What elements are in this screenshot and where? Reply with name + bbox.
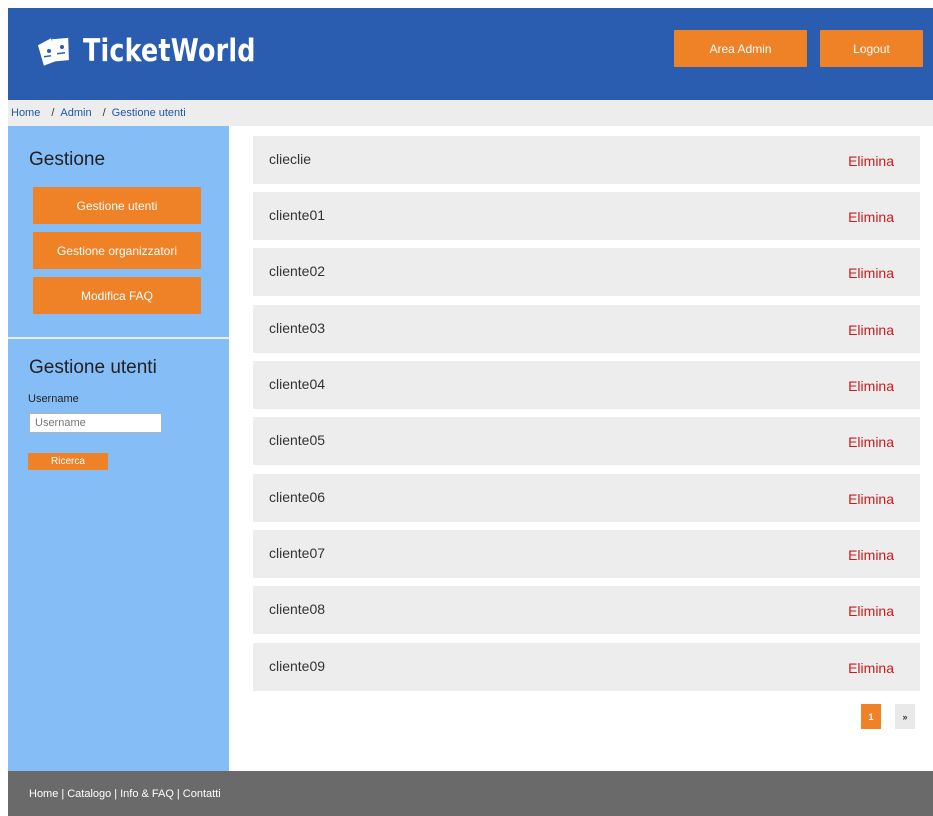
modifica-faq-button[interactable]: Modifica FAQ xyxy=(33,277,201,314)
sidebar: Gestione Gestione utenti Gestione organi… xyxy=(8,126,229,771)
user-name: cliente09 xyxy=(269,658,326,674)
user-row: cliente04 Elimina xyxy=(253,361,920,409)
search-section-title: Gestione utenti xyxy=(29,357,157,378)
user-row: cliente08 Elimina xyxy=(253,586,920,634)
breadcrumb-home[interactable]: Home xyxy=(11,107,40,119)
user-name: cliente01 xyxy=(269,207,326,223)
username-search-input[interactable] xyxy=(29,413,162,433)
pagination-current-page[interactable]: 1 xyxy=(861,704,881,729)
delete-user-button[interactable]: Elimina xyxy=(848,603,894,619)
gestione-utenti-button[interactable]: Gestione utenti xyxy=(33,187,201,224)
user-name: cliente08 xyxy=(269,601,326,617)
user-row: cliente02 Elimina xyxy=(253,248,920,296)
sidebar-section-title: Gestione xyxy=(29,149,106,170)
user-name: cliente04 xyxy=(269,376,326,392)
delete-user-button[interactable]: Elimina xyxy=(848,434,894,450)
sidebar-divider xyxy=(8,337,229,339)
delete-user-button[interactable]: Elimina xyxy=(848,547,894,563)
delete-user-button[interactable]: Elimina xyxy=(848,491,894,507)
user-name: cliente07 xyxy=(269,545,326,561)
footer-link-info-faq[interactable]: Info & FAQ xyxy=(120,788,174,800)
delete-user-button[interactable]: Elimina xyxy=(848,265,894,281)
user-row: cliente09 Elimina xyxy=(253,643,920,691)
user-name: cliente05 xyxy=(269,432,326,448)
user-row: cliente03 Elimina xyxy=(253,305,920,353)
delete-user-button[interactable]: Elimina xyxy=(848,209,894,225)
delete-user-button[interactable]: Elimina xyxy=(848,322,894,338)
user-name: cliente03 xyxy=(269,320,326,336)
site-logo[interactable]: TicketWorld xyxy=(37,33,293,69)
breadcrumb-gestione-utenti[interactable]: Gestione utenti xyxy=(112,107,186,119)
footer-separator: | xyxy=(114,787,118,800)
footer-separator: | xyxy=(176,787,180,800)
user-row: cliente05 Elimina xyxy=(253,417,920,465)
breadcrumb-separator: / xyxy=(102,107,106,119)
tickets-icon xyxy=(37,34,73,68)
pagination-next-button[interactable]: » xyxy=(895,704,915,729)
breadcrumb: Home / Admin / Gestione utenti xyxy=(8,100,933,126)
area-admin-button[interactable]: Area Admin xyxy=(674,30,807,67)
user-row: cliente01 Elimina xyxy=(253,192,920,240)
delete-user-button[interactable]: Elimina xyxy=(848,660,894,676)
footer-separator: | xyxy=(61,787,65,800)
site-header: TicketWorld Area Admin Logout xyxy=(8,8,933,100)
site-footer: Home | Catalogo | Info & FAQ | Contatti xyxy=(8,771,933,816)
footer-link-contatti[interactable]: Contatti xyxy=(183,788,221,800)
breadcrumb-separator: / xyxy=(51,107,55,119)
footer-link-home[interactable]: Home xyxy=(29,788,58,800)
delete-user-button[interactable]: Elimina xyxy=(848,378,894,394)
user-name: cliente06 xyxy=(269,489,326,505)
site-title: TicketWorld xyxy=(83,33,256,69)
user-name: clieclie xyxy=(269,151,312,167)
logout-button[interactable]: Logout xyxy=(820,30,923,67)
user-row: cliente06 Elimina xyxy=(253,474,920,522)
footer-link-catalogo[interactable]: Catalogo xyxy=(67,788,111,800)
breadcrumb-admin[interactable]: Admin xyxy=(60,107,91,119)
ricerca-button[interactable]: Ricerca xyxy=(28,453,108,470)
gestione-organizzatori-button[interactable]: Gestione organizzatori xyxy=(33,232,201,269)
delete-user-button[interactable]: Elimina xyxy=(848,153,894,169)
user-name: cliente02 xyxy=(269,263,326,279)
username-label: Username xyxy=(28,393,79,405)
user-row: cliente07 Elimina xyxy=(253,530,920,578)
user-row: clieclie Elimina xyxy=(253,136,920,184)
